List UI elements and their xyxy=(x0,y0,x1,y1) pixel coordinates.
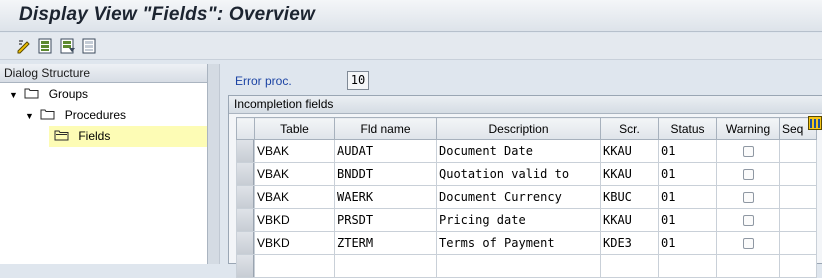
tree-item-groups[interactable]: ▼ Groups xyxy=(9,84,88,104)
cell-status: 01 xyxy=(658,185,717,209)
cell-seq xyxy=(779,208,817,232)
col-header-warning[interactable]: Warning xyxy=(716,117,780,140)
table-header-row: Table Fld name Description Scr. Status W… xyxy=(236,117,817,140)
folder-open-icon xyxy=(24,85,39,105)
cell-table: VBAK xyxy=(254,139,335,163)
page-title: Display View "Fields": Overview xyxy=(19,4,315,25)
warning-checkbox[interactable] xyxy=(742,192,754,204)
warning-checkbox[interactable] xyxy=(742,215,754,227)
main-content: Error proc. 10 Incompletion fields Table… xyxy=(220,64,822,278)
error-proc-field[interactable]: 10 xyxy=(347,71,369,90)
row-selector[interactable] xyxy=(236,162,255,186)
cell-description: Quotation valid to xyxy=(436,162,601,186)
row-selector[interactable] xyxy=(236,208,255,232)
cell-seq xyxy=(779,231,817,255)
warning-checkbox[interactable] xyxy=(742,238,754,250)
folder-open-icon xyxy=(40,106,55,126)
incompletion-fields-title: Incompletion fields xyxy=(229,96,822,114)
cell-status: 01 xyxy=(658,139,717,163)
select-block-icon[interactable] xyxy=(59,38,77,54)
tree-item-fields[interactable]: Fields xyxy=(54,126,110,146)
error-proc-label: Error proc. xyxy=(235,74,292,88)
deselect-all-icon[interactable] xyxy=(81,38,99,54)
column-settings-icon[interactable] xyxy=(808,116,822,130)
select-all-header[interactable] xyxy=(236,117,255,140)
cell-scr: KBUC xyxy=(600,185,659,209)
col-header-fld-name[interactable]: Fld name xyxy=(334,117,437,140)
cell-description xyxy=(436,254,601,278)
cell-status: 01 xyxy=(658,231,717,255)
cell-warning xyxy=(716,254,780,278)
table-row[interactable] xyxy=(236,254,817,278)
change-display-icon[interactable] xyxy=(16,38,34,54)
dialog-structure-pane: Dialog Structure ▼ Groups ▼ Procedures F… xyxy=(0,64,208,264)
cell-warning[interactable] xyxy=(716,231,780,255)
cell-table: VBKD xyxy=(254,208,335,232)
col-header-table[interactable]: Table xyxy=(254,117,335,140)
cell-scr: KKAU xyxy=(600,139,659,163)
cell-fld-name: ZTERM xyxy=(334,231,437,255)
cell-warning[interactable] xyxy=(716,208,780,232)
table-row[interactable]: VBKD ZTERM Terms of Payment KDE3 01 xyxy=(236,231,817,255)
cell-scr: KDE3 xyxy=(600,231,659,255)
title-bar: Display View "Fields": Overview xyxy=(0,0,822,32)
select-all-icon[interactable] xyxy=(37,38,55,54)
cell-fld-name: BNDDT xyxy=(334,162,437,186)
cell-seq xyxy=(779,139,817,163)
cell-description: Pricing date xyxy=(436,208,601,232)
expand-triangle-icon[interactable]: ▼ xyxy=(25,106,37,126)
table-row[interactable]: VBAK BNDDT Quotation valid to KKAU 01 xyxy=(236,162,817,186)
table-row[interactable]: VBKD PRSDT Pricing date KKAU 01 xyxy=(236,208,817,232)
warning-checkbox[interactable] xyxy=(742,169,754,181)
cell-table: VBAK xyxy=(254,185,335,209)
cell-description: Document Currency xyxy=(436,185,601,209)
row-selector[interactable] xyxy=(236,139,255,163)
row-selector[interactable] xyxy=(236,231,255,255)
incompletion-fields-group: Incompletion fields Table Fld name Descr… xyxy=(228,95,822,278)
tree-item-label: Procedures xyxy=(64,108,127,122)
cell-table xyxy=(254,254,335,278)
cell-status: 01 xyxy=(658,162,717,186)
cell-warning[interactable] xyxy=(716,162,780,186)
incompletion-table: Table Fld name Description Scr. Status W… xyxy=(236,117,817,278)
cell-description: Terms of Payment xyxy=(436,231,601,255)
cell-scr xyxy=(600,254,659,278)
table-row[interactable]: VBAK WAERK Document Currency KBUC 01 xyxy=(236,185,817,209)
application-toolbar xyxy=(0,33,822,60)
col-header-scr[interactable]: Scr. xyxy=(600,117,659,140)
warning-checkbox[interactable] xyxy=(742,146,754,158)
cell-seq xyxy=(779,254,817,278)
row-selector[interactable] xyxy=(236,254,255,278)
tree-item-label: Groups xyxy=(48,87,89,101)
folder-open-icon xyxy=(54,127,69,147)
cell-status: 01 xyxy=(658,208,717,232)
cell-scr: KKAU xyxy=(600,162,659,186)
row-selector[interactable] xyxy=(236,185,255,209)
dialog-structure-header: Dialog Structure xyxy=(0,64,207,83)
cell-scr: KKAU xyxy=(600,208,659,232)
cell-fld-name: AUDAT xyxy=(334,139,437,163)
tree-item-procedures[interactable]: ▼ Procedures xyxy=(25,105,126,125)
cell-seq xyxy=(779,185,817,209)
col-header-description[interactable]: Description xyxy=(436,117,601,140)
cell-warning[interactable] xyxy=(716,185,780,209)
cell-status xyxy=(658,254,717,278)
cell-table: VBKD xyxy=(254,231,335,255)
table-row[interactable]: VBAK AUDAT Document Date KKAU 01 xyxy=(236,139,817,163)
cell-fld-name: PRSDT xyxy=(334,208,437,232)
col-header-status[interactable]: Status xyxy=(658,117,717,140)
cell-seq xyxy=(779,162,817,186)
cell-fld-name xyxy=(334,254,437,278)
expand-triangle-icon[interactable]: ▼ xyxy=(9,85,21,105)
cell-warning[interactable] xyxy=(716,139,780,163)
pane-splitter[interactable] xyxy=(208,64,220,264)
cell-description: Document Date xyxy=(436,139,601,163)
cell-table: VBAK xyxy=(254,162,335,186)
cell-fld-name: WAERK xyxy=(334,185,437,209)
tree-item-label: Fields xyxy=(78,129,111,143)
